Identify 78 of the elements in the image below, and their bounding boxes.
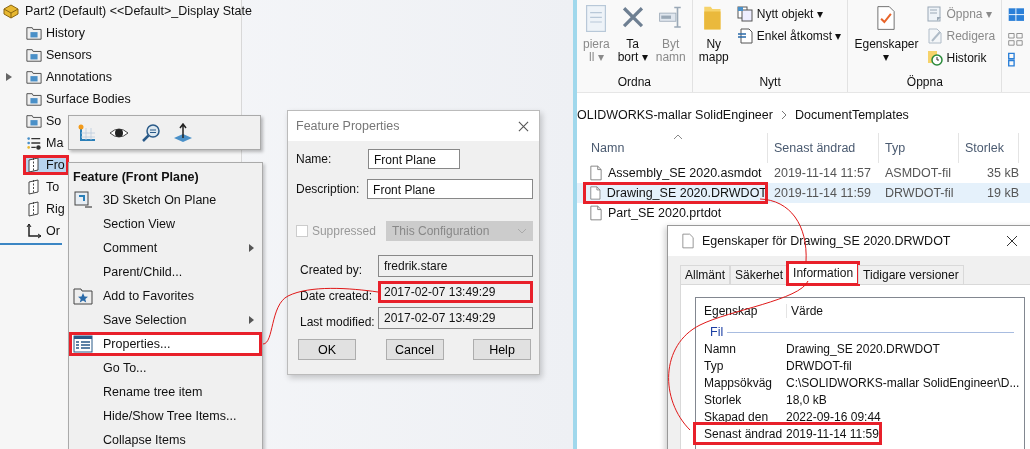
- file-row[interactable]: Part_SE 2020.prtdot: [577, 203, 1030, 223]
- tab[interactable]: Information: [788, 263, 859, 284]
- menu-item[interactable]: Section View: [69, 212, 262, 236]
- dialog-button[interactable]: OK: [298, 339, 356, 360]
- text-field[interactable]: Front Plane: [368, 149, 460, 169]
- tree-item[interactable]: Rig: [23, 199, 69, 219]
- table-cell-text: 2019-11-14 11:57: [773, 166, 872, 180]
- info-label: Date created:: [299, 289, 373, 303]
- ribbon-group-label: Öppna: [906, 75, 943, 91]
- ribbon-group-label: Nytt: [759, 75, 781, 91]
- ribbon-button[interactable]: Ny mapp: [698, 2, 729, 64]
- tab[interactable]: Säkerhet: [730, 265, 789, 284]
- group-label: Fil: [709, 325, 724, 339]
- menu-item[interactable]: Hide/Show Tree Items...: [69, 404, 262, 428]
- tree-item[interactable]: Annotations: [23, 67, 117, 87]
- read-only-field: 2017-02-07 13:49:29: [378, 307, 533, 329]
- text-field[interactable]: Front Plane: [367, 179, 533, 199]
- ribbon-button[interactable]: Nytt objekt ▾: [736, 4, 842, 23]
- dialog-title: Feature Properties: [296, 119, 400, 133]
- tab[interactable]: Tidigare versioner: [858, 265, 964, 284]
- table-cell-text: 2019-11-14 11:59: [773, 186, 872, 200]
- breadcrumb-item[interactable]: DocumentTemplates: [794, 108, 909, 122]
- menu-item[interactable]: Comment: [69, 236, 262, 260]
- column-header[interactable]: Senast ändrad: [768, 133, 879, 163]
- property-row[interactable]: Mappsökväg C:\SOLIDWORKS-mallar SolidEngineer\D...: [704, 374, 1024, 391]
- menu-item[interactable]: Save Selection: [69, 308, 262, 332]
- menu-item[interactable]: Parent/Child...: [69, 260, 262, 284]
- menu-item[interactable]: Properties...: [69, 332, 262, 356]
- property-row[interactable]: Senast ändrad 2019-11-14 11:59: [696, 425, 879, 442]
- field-label: Description:: [296, 182, 361, 196]
- breadcrumb-item[interactable]: OLIDWORKS-mallar SolidEngineer: [577, 108, 773, 122]
- file-name-cell: Drawing_SE 2020.DRWDOT: [584, 183, 767, 203]
- property-row[interactable]: Storlek 18,0 kB: [704, 391, 1024, 408]
- tree-item[interactable]: To: [23, 177, 64, 197]
- ribbon-button[interactable]: Egenskaper ▾: [854, 2, 919, 64]
- tree-item[interactable]: Or: [23, 221, 64, 241]
- tree-item[interactable]: History: [23, 23, 89, 43]
- selected-tree-item[interactable]: Fro: [23, 155, 69, 175]
- ribbon-button[interactable]: Ta bort ▾: [617, 2, 648, 64]
- info-label: Created by:: [299, 263, 363, 277]
- menu-item[interactable]: Collapse Items: [69, 428, 262, 449]
- field-label: Name:: [296, 152, 333, 166]
- menu-title: Feature (Front Plane): [72, 169, 200, 186]
- file-row[interactable]: Drawing_SE 2020.DRWDOT 2019-11-14 11:59 DRWDOT-fil 19 kB: [577, 183, 1030, 203]
- ribbon-group-label: Ordna: [617, 75, 652, 91]
- info-label: Last modified:: [299, 315, 375, 329]
- tree-item[interactable]: Surface Bodies: [23, 89, 135, 109]
- menu-item[interactable]: Add to Favorites: [69, 284, 262, 308]
- column-header[interactable]: Värde: [787, 304, 824, 318]
- property-row[interactable]: Typ DRWDOT-fil: [704, 357, 1024, 374]
- table-cell-text: 35 kB: [986, 166, 1019, 180]
- menu-item[interactable]: 3D Sketch On Plane: [69, 188, 262, 212]
- ribbon-button[interactable]: Enkel åtkomst ▾: [736, 26, 842, 45]
- menu-item[interactable]: Go To...: [69, 356, 262, 380]
- table-cell-text: ASMDOT-fil: [884, 166, 952, 180]
- column-header[interactable]: Typ: [879, 133, 959, 163]
- property-row[interactable]: Namn Drawing_SE 2020.DRWDOT: [704, 340, 1024, 357]
- read-only-field: 2017-02-07 13:49:29: [378, 281, 533, 303]
- tree-item[interactable]: So: [23, 111, 66, 131]
- tab[interactable]: Allmänt: [680, 265, 730, 284]
- dialog-button[interactable]: Help: [473, 339, 531, 360]
- read-only-field: fredrik.stare: [378, 255, 533, 277]
- dialog-title: Egenskaper för Drawing_SE 2020.DRWDOT: [702, 234, 952, 248]
- property-row[interactable]: Skapad den 2022-09-16 09:44: [704, 408, 1024, 425]
- file-name-cell: Assembly_SE 2020.asmdot: [577, 163, 768, 183]
- checkbox-label: Suppressed: [311, 224, 376, 238]
- column-header[interactable]: Namn: [577, 133, 768, 163]
- tree-item[interactable]: Sensors: [23, 45, 96, 65]
- file-row[interactable]: Assembly_SE 2020.asmdot 2019-11-14 11:57 ASMDOT-fil 35 kB: [577, 163, 1030, 183]
- ribbon-button[interactable]: Historik: [926, 48, 996, 67]
- tree-item[interactable]: Ma: [23, 133, 68, 153]
- column-header[interactable]: Storlek: [959, 133, 1019, 163]
- table-cell-text: DRWDOT-fil: [884, 186, 955, 200]
- file-name-cell: Part_SE 2020.prtdot: [577, 203, 768, 223]
- table-cell-text: 19 kB: [986, 186, 1019, 200]
- dialog-button[interactable]: Cancel: [385, 339, 444, 360]
- menu-item[interactable]: Rename tree item: [69, 380, 262, 404]
- tree-root-label[interactable]: Part2 (Default) <<Default>_Display State: [25, 4, 252, 18]
